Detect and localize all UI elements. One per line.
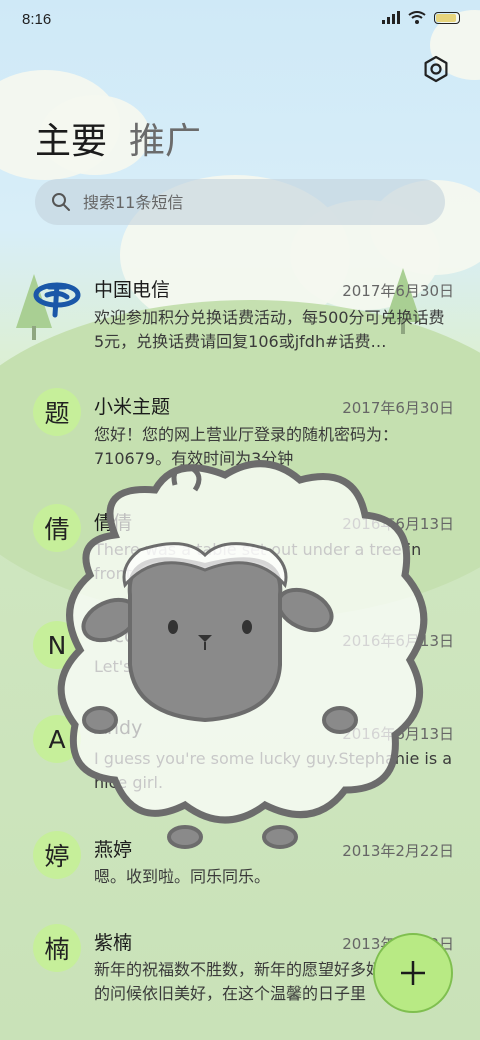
contact-avatar: 题 [33,388,81,436]
contact-avatar: 婷 [33,831,81,879]
conversation-item[interactable]: A Andy 2016年6月13日 I guess you're some lu… [0,715,480,811]
contact-name: 小米主题 [94,396,171,418]
message-preview: I guess you're some lucky guy.Stephanie … [94,749,453,792]
message-preview: 您好！您的网上营业厅登录的随机密码为：710679。有效时间为3分钟 [94,425,399,468]
conversation-item[interactable]: N Nicole 2016年6月13日 Let's eat out,shall … [0,615,480,711]
contact-name: 中国电信 [94,279,171,301]
message-preview: 嗯。收到啦。同乐同乐。 [94,867,271,886]
message-date: 2017年6月30日 [342,282,454,300]
message-date: 2016年6月13日 [342,515,454,533]
wifi-icon [408,11,426,24]
search-bar[interactable] [35,179,445,225]
status-bar: 8:16 [0,0,480,40]
message-preview: 欢迎参加积分兑换话费活动，每500分可兑换话费5元，兑换话费请回复106或jfd… [94,308,445,351]
conversation-item[interactable]: 中国电信 2017年6月30日 欢迎参加积分兑换话费活动，每500分可兑换话费5… [0,265,480,361]
contact-name: 燕婷 [94,839,133,861]
message-date: 2016年6月13日 [342,632,454,650]
contact-name: Andy [94,717,143,739]
message-preview: Let's eat out,shall we? [94,657,273,676]
tab-primary[interactable]: 主要 [35,112,107,164]
conversation-item[interactable]: 倩 倩倩 2016年6月13日 There was a table set ou… [0,498,480,594]
contact-name: Nicole [94,625,153,647]
settings-hex-icon[interactable] [422,55,450,83]
message-date: 2016年6月13日 [342,725,454,743]
contact-avatar: A [33,715,81,763]
contact-name: 紫楠 [94,932,133,954]
china-telecom-logo [33,282,81,318]
conversation-item[interactable]: 婷 燕婷 2013年2月22日 嗯。收到啦。同乐同乐。 [0,830,480,926]
compose-button[interactable] [373,933,453,1013]
conversation-item[interactable]: 题 小米主题 2017年6月30日 您好！您的网上营业厅登录的随机密码为：710… [0,382,480,478]
status-time: 8:16 [22,11,52,28]
search-input[interactable] [81,191,405,213]
contact-name: 倩倩 [94,512,133,534]
message-date: 2017年6月30日 [342,399,454,417]
signal-icon [382,11,400,24]
tab-bar: 主要 推广 [35,112,201,164]
contact-avatar: 楠 [33,924,81,972]
message-preview: There was a table set out under a tree i… [94,540,422,583]
tab-promotions[interactable]: 推广 [129,112,201,164]
plus-icon [401,961,425,985]
contact-avatar: 倩 [33,504,81,552]
contact-avatar: N [33,621,81,669]
search-icon [52,193,70,211]
message-date: 2013年2月22日 [342,842,454,860]
battery-icon [434,11,460,24]
